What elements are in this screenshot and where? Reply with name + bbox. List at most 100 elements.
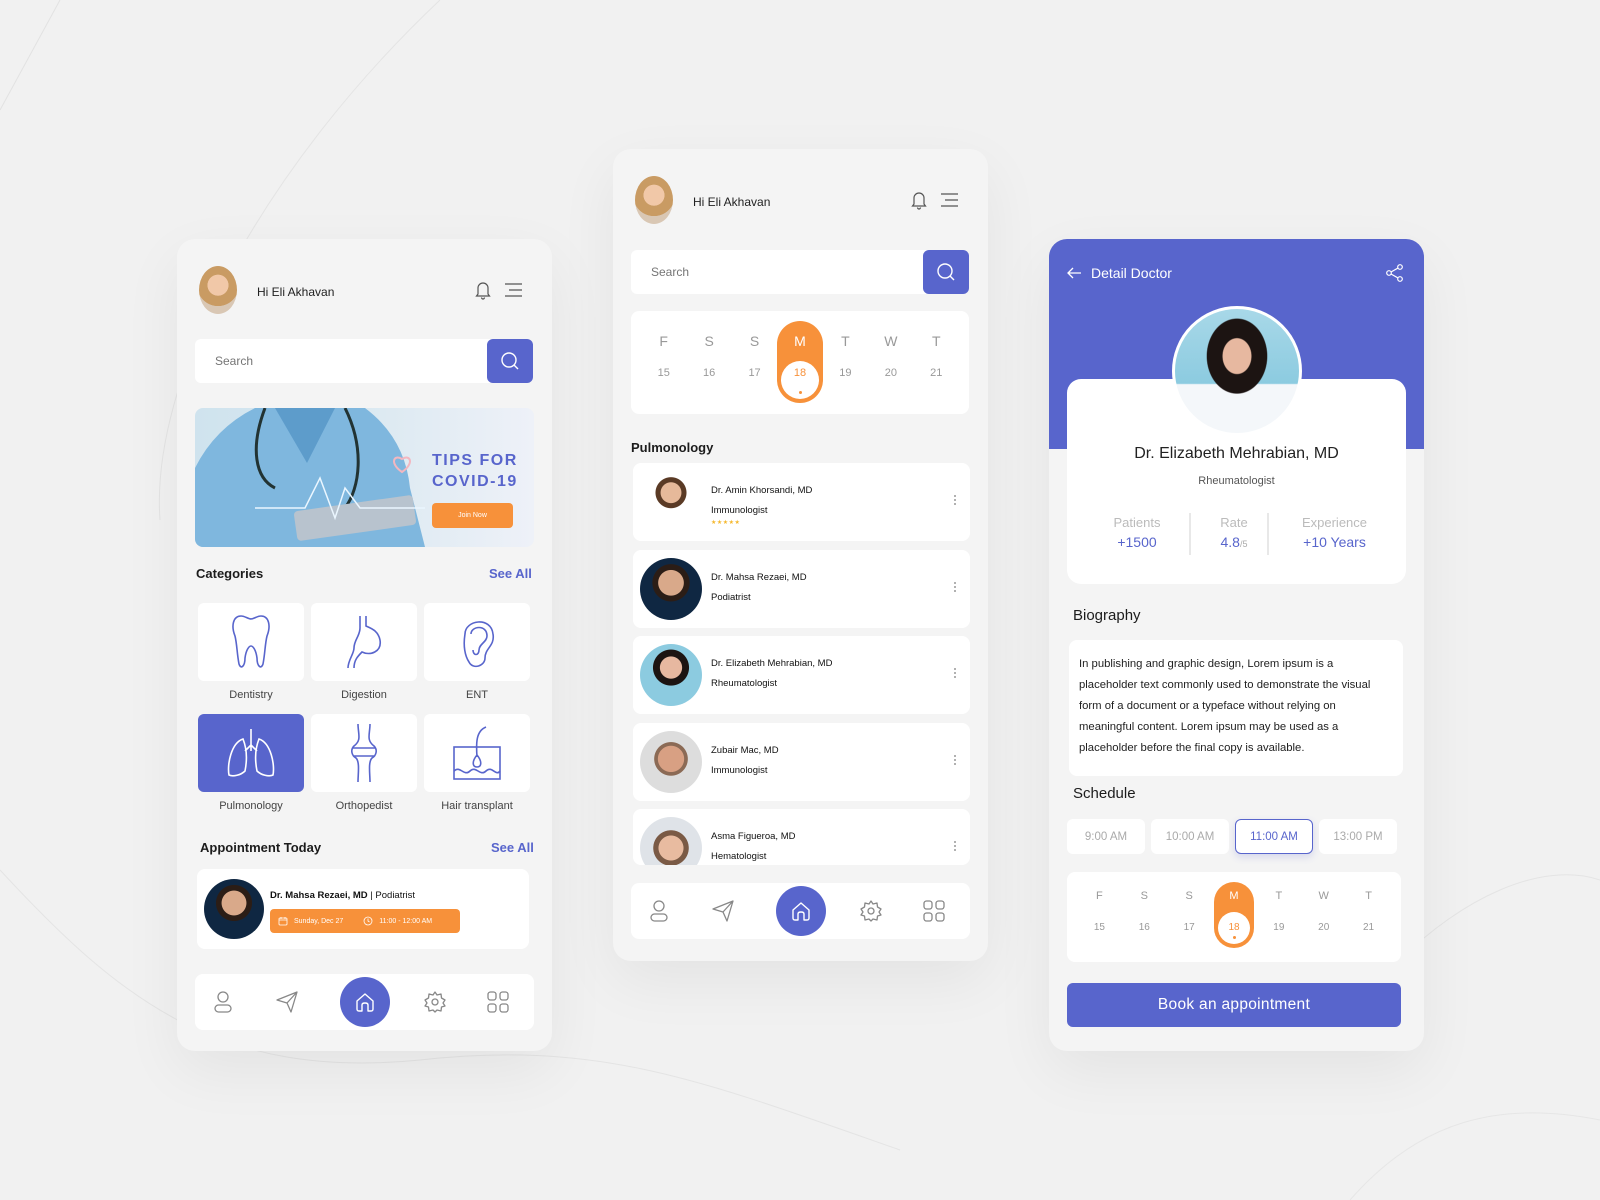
more-options-icon[interactable] bbox=[954, 581, 958, 592]
search-icon bbox=[501, 352, 519, 370]
date-item[interactable]: W 20 bbox=[871, 333, 911, 379]
date-picker: F 15 S 16 S 17 M 18 T 19 W 20 T 21 bbox=[631, 311, 969, 414]
date-item[interactable]: M 18 bbox=[780, 333, 820, 379]
profile-icon[interactable] bbox=[645, 897, 673, 925]
stat-divider bbox=[1189, 513, 1191, 555]
home-nav-button[interactable] bbox=[776, 886, 826, 936]
doctor-list-item[interactable]: Zubair Mac, MD Immunologist bbox=[633, 722, 970, 801]
bell-icon[interactable] bbox=[472, 279, 494, 301]
time-slot[interactable]: 10:00 AM bbox=[1151, 819, 1229, 854]
greeting-text: Hi Eli Akhavan bbox=[257, 285, 335, 299]
date-item[interactable]: T 19 bbox=[1259, 890, 1299, 933]
appointment-card[interactable]: Dr. Mahsa Rezaei, MD | Podiatrist Sunday… bbox=[197, 869, 529, 949]
doctor-list-item[interactable]: Asma Figueroa, MD Hematologist bbox=[633, 809, 970, 865]
date-number: 17 bbox=[1183, 922, 1195, 933]
category-hair-transplant[interactable] bbox=[424, 714, 530, 792]
date-item[interactable]: T 19 bbox=[825, 333, 865, 379]
date-number: 16 bbox=[703, 367, 716, 379]
search-input[interactable] bbox=[195, 354, 533, 368]
date-item[interactable]: M 18 bbox=[1214, 890, 1254, 933]
home-screen: Hi Eli Akhavan TIPS FOR COVID-19 Join No… bbox=[177, 239, 552, 1051]
stat-value: 4.8/5 bbox=[1199, 534, 1269, 550]
doctor-photo bbox=[1172, 306, 1302, 436]
appointment-time: 11:00 - 12:00 AM bbox=[379, 917, 433, 925]
date-number: 21 bbox=[930, 367, 943, 379]
doctor-specialty: Hematologist bbox=[711, 851, 767, 862]
covid-tips-banner[interactable]: TIPS FOR COVID-19 Join Now bbox=[195, 408, 534, 547]
appointment-see-all-link[interactable]: See All bbox=[491, 840, 534, 855]
home-nav-button[interactable] bbox=[340, 977, 390, 1027]
date-number: 15 bbox=[657, 367, 670, 379]
doctor-list-item[interactable]: Dr. Amin Khorsandi, MD Immunologist ★★★★… bbox=[633, 463, 970, 541]
stat-label: Experience bbox=[1301, 515, 1368, 530]
hair-follicle-icon bbox=[453, 726, 501, 780]
book-appointment-button[interactable]: Book an appointment bbox=[1067, 983, 1401, 1027]
time-slot[interactable]: 11:00 AM bbox=[1235, 819, 1313, 854]
doctor-specialty: Podiatrist bbox=[711, 591, 751, 603]
settings-icon[interactable] bbox=[421, 988, 449, 1016]
date-item[interactable]: F 15 bbox=[644, 333, 684, 379]
doctor-avatar bbox=[640, 471, 702, 533]
profile-icon[interactable] bbox=[209, 988, 237, 1016]
settings-icon[interactable] bbox=[857, 897, 885, 925]
weekday-label: T bbox=[841, 333, 850, 349]
search-button[interactable] bbox=[487, 339, 533, 383]
doctor-list-item[interactable]: Dr. Mahsa Rezaei, MD Podiatrist bbox=[633, 549, 970, 628]
category-pulmonology[interactable] bbox=[198, 714, 304, 792]
hamburger-menu-icon[interactable] bbox=[502, 279, 524, 301]
doctor-avatar bbox=[204, 879, 264, 939]
lungs-icon bbox=[227, 729, 275, 777]
bell-icon[interactable] bbox=[908, 189, 930, 211]
date-item[interactable]: S 16 bbox=[689, 333, 729, 379]
date-item[interactable]: W 20 bbox=[1304, 890, 1344, 933]
send-icon[interactable] bbox=[273, 988, 301, 1016]
bottom-nav bbox=[195, 974, 534, 1030]
category-label: Hair transplant bbox=[441, 800, 513, 812]
grid-icon[interactable] bbox=[920, 897, 948, 925]
grid-icon[interactable] bbox=[484, 988, 512, 1016]
doctor-specialty: Immunologist bbox=[711, 505, 768, 516]
weekday-label: F bbox=[1096, 890, 1103, 902]
more-options-icon[interactable] bbox=[954, 495, 958, 505]
date-item[interactable]: T 21 bbox=[916, 333, 956, 379]
join-now-button[interactable]: Join Now bbox=[432, 503, 513, 528]
category-dentistry[interactable] bbox=[198, 603, 304, 681]
send-icon[interactable] bbox=[709, 897, 737, 925]
category-orthopedist[interactable] bbox=[311, 714, 417, 792]
knee-joint-icon bbox=[351, 723, 377, 783]
date-item[interactable]: S 17 bbox=[735, 333, 775, 379]
date-item[interactable]: S 16 bbox=[1124, 890, 1164, 933]
hamburger-menu-icon[interactable] bbox=[938, 189, 960, 211]
schedule-title: Schedule bbox=[1073, 785, 1136, 802]
date-item[interactable]: T 21 bbox=[1349, 890, 1389, 933]
category-label: ENT bbox=[466, 689, 488, 701]
search-input[interactable] bbox=[631, 265, 969, 279]
time-slot[interactable]: 9:00 AM bbox=[1067, 819, 1145, 854]
doctor-name: Zubair Mac, MD bbox=[711, 744, 779, 756]
weekday-label: T bbox=[1365, 890, 1372, 902]
doctor-avatar bbox=[640, 644, 702, 706]
more-options-icon[interactable] bbox=[954, 754, 958, 765]
event-dot bbox=[798, 391, 802, 394]
user-avatar[interactable] bbox=[199, 266, 237, 314]
search-button[interactable] bbox=[923, 250, 969, 294]
date-item[interactable]: F 15 bbox=[1079, 890, 1119, 933]
category-ent[interactable] bbox=[424, 603, 530, 681]
more-options-icon[interactable] bbox=[954, 668, 958, 678]
share-icon[interactable] bbox=[1384, 262, 1406, 284]
biography-title: Biography bbox=[1073, 607, 1141, 624]
category-digestion[interactable] bbox=[311, 603, 417, 681]
date-number: 17 bbox=[748, 367, 761, 379]
appointment-specialty: Podiatrist bbox=[375, 890, 416, 901]
date-item[interactable]: S 17 bbox=[1169, 890, 1209, 933]
user-avatar[interactable] bbox=[635, 176, 673, 224]
arrow-left-icon[interactable] bbox=[1063, 262, 1085, 284]
ear-icon bbox=[463, 621, 495, 668]
more-options-icon[interactable] bbox=[954, 841, 958, 851]
time-slot[interactable]: 13:00 PM bbox=[1319, 819, 1397, 854]
doctor-list-item[interactable]: Dr. Elizabeth Mehrabian, MD Rheumatologi… bbox=[633, 636, 970, 714]
weekday-label: S bbox=[749, 333, 760, 349]
categories-see-all-link[interactable]: See All bbox=[489, 566, 532, 581]
doctor-avatar bbox=[640, 817, 702, 865]
doctor-specialty: Immunologist bbox=[711, 764, 768, 776]
